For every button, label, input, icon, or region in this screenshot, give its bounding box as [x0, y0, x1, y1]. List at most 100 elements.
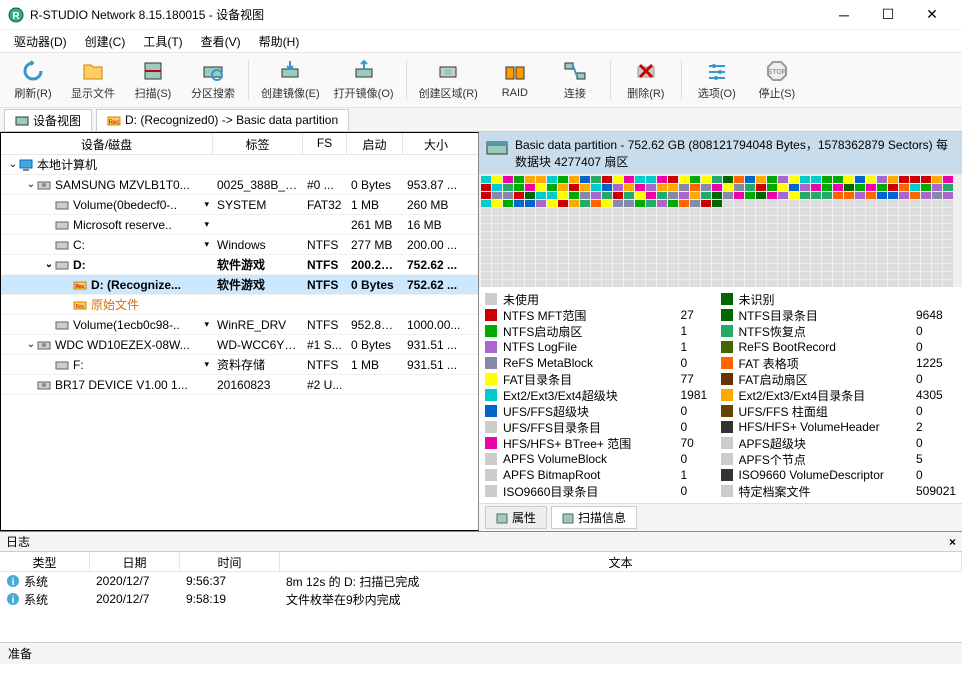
legend-item: NTFS恢复点0 [721, 323, 957, 339]
legend-item: HFS/HFS+ VolumeHeader2 [721, 419, 957, 435]
scan-map[interactable] [479, 174, 962, 287]
partition-search-button[interactable]: 分区搜索 [186, 57, 240, 103]
svg-text:Rec: Rec [75, 284, 84, 290]
log-col-text[interactable]: 文本 [280, 552, 962, 571]
svg-text:i: i [12, 595, 15, 606]
show-files-button[interactable]: 显示文件 [66, 57, 120, 103]
col-label[interactable]: 标签 [213, 133, 303, 154]
legend-item: FAT 表格项1225 [721, 355, 957, 371]
close-button[interactable]: ✕ [910, 1, 954, 29]
legend-item: APFS VolumeBlock0 [485, 451, 721, 467]
legend-item: Ext2/Ext3/Ext4目录条目4305 [721, 387, 957, 403]
col-start[interactable]: 启动 [347, 133, 403, 154]
partition-info-text: Basic data partition - 752.62 GB (808121… [515, 136, 956, 170]
tree-row[interactable]: C:▾WindowsNTFS277 MB200.00 ... [1, 235, 478, 255]
partition-info-header: Basic data partition - 752.62 GB (808121… [479, 132, 962, 174]
tree-row[interactable]: ⌄SAMSUNG MZVLB1T0...0025_388B_9...#0 ...… [1, 175, 478, 195]
info-tab[interactable]: 扫描信息 [551, 506, 637, 529]
menu-item[interactable]: 查看(V) [193, 31, 249, 52]
tree-row[interactable]: RecD: (Recognize...软件游戏NTFS0 Bytes752.62… [1, 275, 478, 295]
scan-button[interactable]: 扫描(S) [126, 57, 180, 103]
svg-text:i: i [12, 577, 15, 588]
log-close-button[interactable]: × [949, 535, 956, 549]
toolbar: 刷新(R)显示文件扫描(S)分区搜索创建镜像(E)打开镜像(O) 创建区域(R)R… [0, 52, 962, 108]
create-image-button[interactable]: 创建镜像(E) [257, 57, 324, 103]
legend-item: UFS/FFS目录条目0 [485, 419, 721, 435]
legend-item: NTFS MFT范围27 [485, 307, 721, 323]
svg-text:STOP: STOP [767, 69, 786, 76]
col-device[interactable]: 设备/磁盘 [1, 133, 213, 154]
log-col-time[interactable]: 时间 [180, 552, 280, 571]
refresh-button[interactable]: 刷新(R) [6, 57, 60, 103]
legend-item: ReFS BootRecord0 [721, 339, 957, 355]
svg-text:Rec: Rec [76, 304, 85, 310]
scan-legend: 未使用未识别NTFS MFT范围27NTFS目录条目9648NTFS启动扇区1N… [479, 287, 962, 503]
log-row[interactable]: i系统2020/12/79:58:19文件枚举在9秒内完成 [0, 590, 962, 608]
legend-item: NTFS启动扇区1 [485, 323, 721, 339]
log-col-type[interactable]: 类型 [0, 552, 90, 571]
statusbar: 准备 [0, 642, 962, 664]
log-title: 日志 [6, 533, 30, 550]
maximize-button[interactable]: ☐ [866, 1, 910, 29]
menu-item[interactable]: 驱动器(D) [6, 31, 75, 52]
window-title: R-STUDIO Network 8.15.180015 - 设备视图 [30, 6, 822, 23]
legend-item: 未使用 [485, 291, 721, 307]
menu-item[interactable]: 工具(T) [135, 31, 190, 52]
delete-button[interactable]: 删除(R) [619, 57, 673, 103]
legend-item: 特定档案文件509021 [721, 483, 957, 499]
menu-item[interactable]: 帮助(H) [251, 31, 308, 52]
legend-item: APFS个节点5 [721, 451, 957, 467]
app-icon: R [8, 7, 24, 23]
minimize-button[interactable]: ─ [822, 1, 866, 29]
tree-row[interactable]: F:▾资料存储NTFS1 MB931.51 ... [1, 355, 478, 375]
svg-text:R: R [12, 11, 20, 22]
col-size[interactable]: 大小 [403, 133, 469, 154]
legend-item: 未识别 [721, 291, 957, 307]
tree-row[interactable]: Microsoft reserve..▾261 MB16 MB [1, 215, 478, 235]
scan-info-panel: Basic data partition - 752.62 GB (808121… [479, 132, 962, 531]
legend-item: ISO9660 VolumeDescriptor0 [721, 467, 957, 483]
svg-text:Rec: Rec [109, 120, 120, 126]
tree-row[interactable]: ⌄D:软件游戏NTFS200.27 ...752.62 ... [1, 255, 478, 275]
view-tab[interactable]: RecD: (Recognized0) -> Basic data partit… [96, 109, 349, 131]
menu-item[interactable]: 创建(C) [77, 31, 134, 52]
info-panel-tabs: 属性扫描信息 [479, 503, 962, 531]
legend-item: APFS超级块0 [721, 435, 957, 451]
tree-row[interactable]: Volume(0bedecf0-..▾SYSTEMFAT321 MB260 MB [1, 195, 478, 215]
tree-row[interactable]: ⌄WDC WD10EZEX-08W...WD-WCC6Y6...#1 S...0… [1, 335, 478, 355]
legend-item: ISO9660目录条目0 [485, 483, 721, 499]
legend-item: FAT目录条目77 [485, 371, 721, 387]
legend-item: NTFS目录条目9648 [721, 307, 957, 323]
stop-button[interactable]: STOP停止(S) [750, 57, 804, 103]
options-button[interactable]: 选项(O) [690, 57, 744, 103]
legend-item: Ext2/Ext3/Ext4超级块1981 [485, 387, 721, 403]
legend-item: FAT启动扇区0 [721, 371, 957, 387]
view-tab[interactable]: 设备视图 [4, 109, 92, 131]
tree-row[interactable]: BR17 DEVICE V1.00 1...20160823#2 U... [1, 375, 478, 395]
tab-row: 设备视图RecD: (Recognized0) -> Basic data pa… [0, 108, 962, 132]
titlebar: R R-STUDIO Network 8.15.180015 - 设备视图 ─ … [0, 0, 962, 30]
legend-item: APFS BitmapRoot1 [485, 467, 721, 483]
create-region-button[interactable]: 创建区域(R) [415, 57, 482, 103]
legend-item: ReFS MetaBlock0 [485, 355, 721, 371]
log-panel: 日志 × 类型 日期 时间 文本 i系统2020/12/79:56:378m 1… [0, 531, 962, 642]
legend-item: NTFS LogFile1 [485, 339, 721, 355]
partition-icon [485, 136, 509, 160]
log-col-date[interactable]: 日期 [90, 552, 180, 571]
tree-row[interactable]: Rec原始文件 [1, 295, 478, 315]
info-tab[interactable]: 属性 [485, 506, 547, 529]
menubar: 驱动器(D)创建(C)工具(T)查看(V)帮助(H) [0, 30, 962, 52]
col-fs[interactable]: FS [303, 133, 347, 154]
legend-item: UFS/FFS 柱面组0 [721, 403, 957, 419]
tree-header: 设备/磁盘 标签 FS 启动 大小 [1, 133, 478, 155]
device-tree-panel: 设备/磁盘 标签 FS 启动 大小 ⌄本地计算机⌄SAMSUNG MZVLB1T… [0, 132, 479, 531]
legend-item: UFS/FFS超级块0 [485, 403, 721, 419]
legend-item: HFS/HFS+ BTree+ 范围70 [485, 435, 721, 451]
open-image-button[interactable]: 打开镜像(O) [330, 57, 398, 103]
tree-row[interactable]: ⌄本地计算机 [1, 155, 478, 175]
log-row[interactable]: i系统2020/12/79:56:378m 12s 的 D: 扫描已完成 [0, 572, 962, 590]
status-text: 准备 [8, 645, 32, 662]
connect-button[interactable]: 连接 [548, 57, 602, 103]
tree-row[interactable]: Volume(1ecb0c98-..▾WinRE_DRVNTFS952.89 .… [1, 315, 478, 335]
raid-button[interactable]: RAID [488, 59, 542, 101]
